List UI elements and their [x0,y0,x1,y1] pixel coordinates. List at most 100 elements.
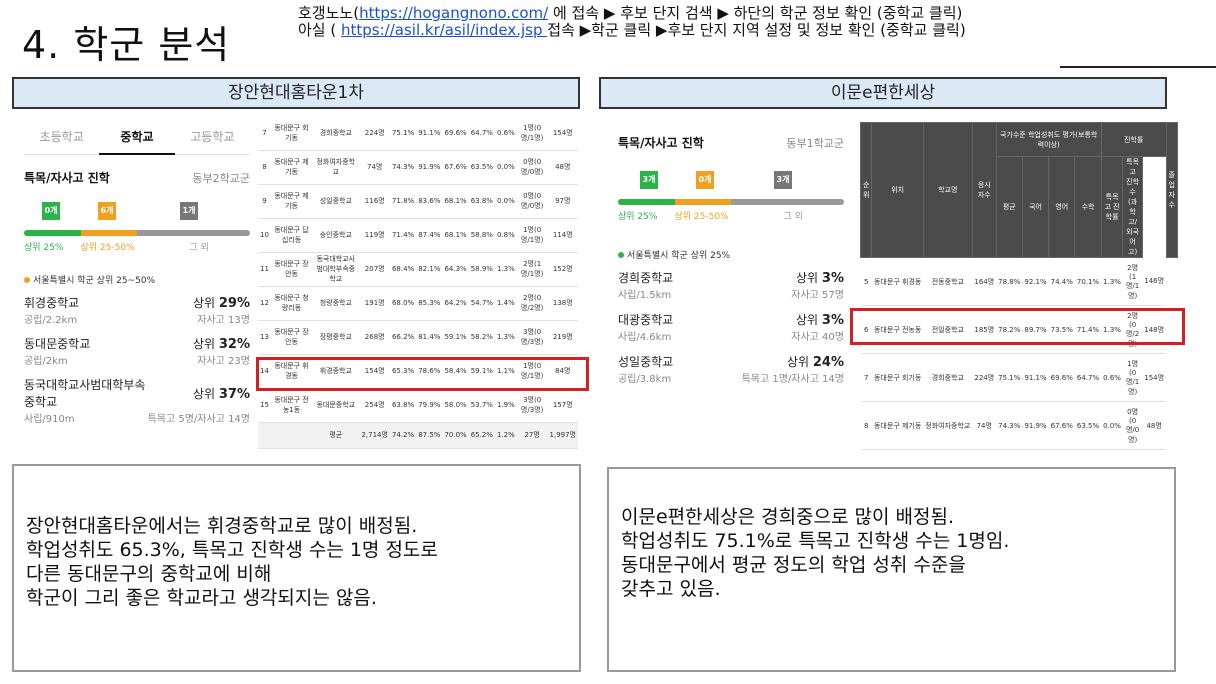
table-cell: 27명 [516,422,548,449]
table-cell: 0명(0명/0명) [516,184,548,219]
table-cell: 0.0% [494,184,517,219]
table-cell: 정화여자중학교 [312,150,360,185]
list-item[interactable]: 휘경중학교 상위 29% 공립/2.2km 자사고 13명 [24,294,250,326]
table-cell: 68.1% [442,184,469,219]
summary-line: 학군이 그리 좋은 학교라고 생각되지는 않음. [26,587,377,609]
flag-row: 3개 0개 3개 [618,159,844,199]
district-note: 서울특별시 학군 상위 25% [618,248,844,261]
table-cell: 70.0% [442,422,469,449]
table-header-row: 순위 위치 학교명 응시자수 국가수준 학업성취도 평가(보통학력이상) 진학률 졸업자수 [859,122,1179,258]
table-cell: 0.0% [494,150,517,185]
summary-line: 동대문구에서 평균 정도의 학업 성취 수준을 [621,554,966,576]
table-row: 9동대문구 제기동성일중학교116명71.8%83.6%68.1%63.8%0.… [258,184,578,219]
table-cell: 1.9% [494,388,517,423]
table-cell: 64.7% [468,116,495,151]
summary-line: 이문e편한세상은 경희중으로 많이 배정됨. [621,506,955,528]
table-cell: 71.4% [389,218,417,253]
table-cell: 116명 [972,449,997,451]
table-cell: 2명(1명/1명) [516,252,548,287]
table-cell: 동대문구 장안동 [270,320,313,355]
table-cell: 83.6% [1022,449,1049,451]
table-cell: 1.3% [494,320,517,355]
hogangnono-link[interactable]: https://hogangnono.com/ [359,4,548,22]
highlight-box [256,357,589,391]
table-cell: 63.8% [1074,449,1102,451]
table-cell: 71.8% [389,184,417,219]
table-cell: 7 [860,353,872,402]
table-cell: 53.7% [468,388,495,423]
table-cell: 91.1% [416,116,443,151]
table-cell: 동대문구 장안동 [270,252,313,287]
instruction-2-prefix: 아실 ( [298,21,341,39]
table-row-average: 평균 2,714명 74.2% 87.5% 70.0% 65.2% 1.2% 27명 1,997… [258,422,578,449]
instructions: 호갱노노(https://hogangnono.com/ 에 접속 ▶ 후보 단… [298,5,966,39]
instruction-line-2: 아실 ( https://asil.kr/asil/index.jsp 접속 ▶… [298,22,966,39]
table-row: 11 동대문구 장안동 동국대학교사범대학부속중학교 207명 68.4% 82.1% 64… [258,252,578,287]
table-cell: 75.1% [389,116,417,151]
table-cell: 68.0% [389,286,417,321]
table-cell: 동대문구 답십리동 [270,218,313,253]
list-item[interactable]: 동국대학교사범대학부속중학교 상위 37% 사립/910m 특목고 5명/자사고 1… [24,376,250,425]
summary-line: 장안현대홈타운에서는 휘경중학교로 많이 배정됨. [26,515,418,537]
list-item[interactable]: 대광중학교 상위 3% 사립/4.6km 자사고 40명 [618,311,844,343]
column-header: 평균 [995,156,1023,258]
bar-legend: 상위 25% 상위 25-50% 그 외 [24,243,209,253]
flag-other: 3개 [774,171,792,189]
table-cell: 0.6% [1101,353,1123,402]
table-cell: 동대문구 전농1동 [270,388,313,423]
flag-top25: 3개 [640,171,658,189]
table-cell: 157명 [547,388,578,423]
table-cell: 58.0% [442,388,469,423]
flag-top25-50: 0개 [696,171,714,189]
flag-top25-50: 6개 [98,202,116,220]
table-cell: 10 [258,218,271,253]
table-cell: 64.7% [1074,353,1102,402]
table-row: 12 동대문구 청량리동 청량중학교 191명 68.0% 85.3% 64.2% 54.7%… [258,286,578,321]
table-cell: 69.6% [442,116,469,151]
table-cell: 0.6% [494,116,517,151]
table-cell: 동대문구 제기동 [270,150,313,185]
school-list: 휘경중학교 상위 29% 공립/2.2km 자사고 13명 동대문중학교 상위 32%… [24,294,250,425]
table-cell: 74.4% [1048,257,1075,306]
table-cell: 0.0% [1101,401,1123,450]
list-item[interactable]: 동대문중학교 상위 32% 공립/2km 자사고 23명 [24,335,250,367]
list-item[interactable]: 성일중학교 상위 24% 공립/3.8km 특목고 1명/자사고 14명 [618,353,844,385]
tab-elementary[interactable]: 초등학교 [24,122,100,155]
table-cell: 2,714명 [359,422,390,449]
table-cell: 254명 [359,388,390,423]
distribution-bar [618,199,844,205]
column-header: 학교명 [922,122,973,258]
table-row: 13 동대문구 장안동 장평중학교 268명 66.2% 81.4% 59.1% 58.2% 1… [258,320,578,355]
summary-line: 갖추고 있음. [621,578,721,600]
left-school-widget: 초등학교 중학교 고등학교 특목/자사고 진학 동부2학교군 0개 6개 1개 … [24,122,250,425]
table-cell: 68.1% [1048,449,1075,451]
table-cell: 평균 [312,422,360,449]
tab-high[interactable]: 고등학교 [174,122,250,155]
table-cell: 70.1% [1074,257,1102,306]
table-cell: 1명(0명/1명) [516,218,548,253]
table-cell: 1명(0명/1명) [1122,353,1143,402]
table-cell: 66.2% [389,320,417,355]
table-cell: 58.8% [468,218,495,253]
table-cell: 83.6% [416,184,443,219]
asil-link[interactable]: https://asil.kr/asil/index.jsp [341,21,547,39]
table-cell [258,422,271,449]
list-item[interactable]: 경희중학교 상위 3% 사립/1.5km 자사고 57명 [618,269,844,301]
table-cell: 54.7% [468,286,495,321]
table-cell: 동대문구 휘경동 [871,257,924,306]
column-header: 국어 [1021,156,1050,258]
column-header: 응시자수 [971,122,997,258]
tab-middle[interactable]: 중학교 [99,122,175,155]
table-cell: 숭인중학교 [312,218,360,253]
table-cell: 138명 [547,286,578,321]
table-row: 8 동대문구 제기동 정화여자중학교 74명 74.3% 91.9% 67.6% 63.5% 0… [258,150,578,185]
table-cell: 63.8% [389,388,417,423]
table-cell: 경희중학교 [923,353,973,402]
table-cell: 114명 [547,218,578,253]
column-header: 영어 [1048,156,1076,258]
column-header: 진학률 [1100,122,1167,157]
table-cell: 116명 [359,184,390,219]
table-cell: 동대문구 제기동 [871,401,924,450]
table-cell: 장평중학교 [312,320,360,355]
slide-title: 4. 학군 분석 [22,23,231,67]
